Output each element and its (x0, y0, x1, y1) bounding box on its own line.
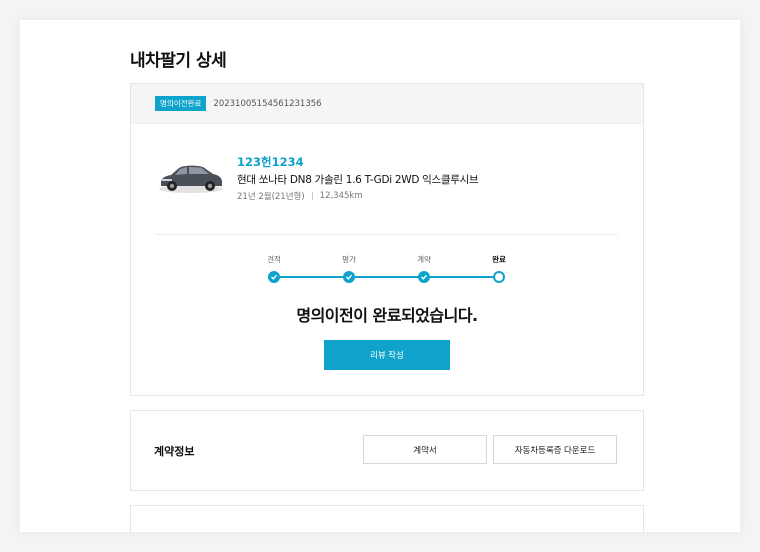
car-meta: 21년 2월(21년형) 12,345km (237, 190, 363, 202)
step-label-evaluate: 평가 (342, 255, 356, 264)
registration-download-button[interactable]: 자동차등록증 다운로드 (493, 435, 617, 464)
car-mileage: 12,345km (319, 191, 363, 201)
step-check-icon (343, 271, 355, 283)
next-section-card (130, 505, 644, 532)
step-current-icon (493, 271, 505, 283)
step-check-icon (268, 271, 280, 283)
order-card: 명의이전완료 20231005154561231356 123헌1234 현대 … (130, 83, 644, 396)
car-model: 현대 쏘나타 DN8 가솔린 1.6 T-GDi 2WD 익스클루시브 (237, 174, 479, 186)
status-badge: 명의이전완료 (155, 96, 207, 111)
order-number: 20231005154561231356 (213, 98, 322, 109)
page-title: 내차팔기 상세 (130, 51, 227, 71)
step-label-complete: 완료 (492, 255, 506, 264)
contract-info-title: 계약정보 (154, 445, 195, 458)
car-plate: 123헌1234 (237, 155, 304, 169)
write-review-button[interactable]: 리뷰 작성 (324, 340, 450, 370)
section-divider (155, 234, 618, 235)
car-registration: 21년 2월(21년형) (237, 192, 305, 202)
contract-button[interactable]: 계약서 (363, 435, 487, 464)
contract-info-card: 계약정보 계약서 자동차등록증 다운로드 (130, 410, 644, 491)
step-check-icon (418, 271, 430, 283)
meta-divider (311, 192, 313, 200)
detail-panel: 내차팔기 상세 명의이전완료 20231005154561231356 123헌… (20, 20, 740, 532)
status-message: 명의이전이 완료되었습니다. (296, 306, 478, 325)
car-photo-icon (159, 165, 223, 193)
progress-steps: 견적 평가 계약 완료 (131, 254, 643, 286)
progress-line (274, 276, 500, 278)
order-header: 명의이전완료 20231005154561231356 (131, 84, 643, 124)
step-label-estimate: 견적 (267, 255, 281, 264)
step-label-contract: 계약 (417, 255, 431, 264)
